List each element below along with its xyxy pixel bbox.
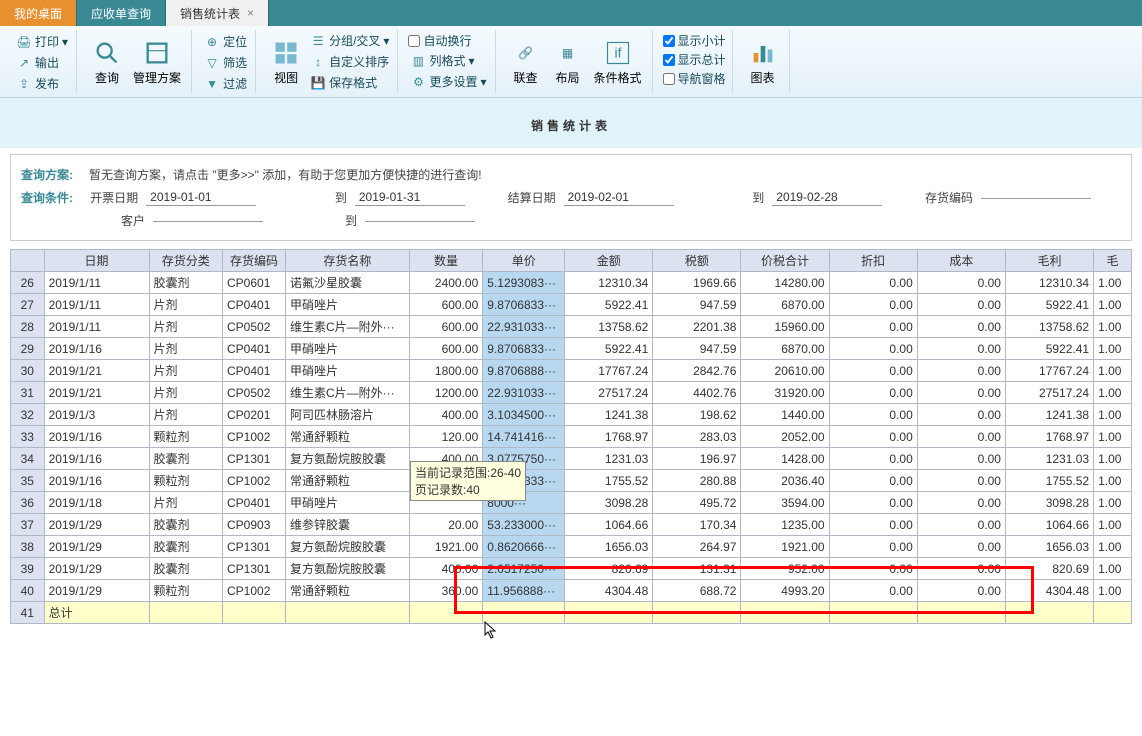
col-gross[interactable]: 毛利 bbox=[1005, 250, 1093, 272]
ribbon-toolbar: 🖨打印 ▾ ↗输出 ⇪发布 查询 管理方案 ⊕定位 ▽筛选 ▼过滤 视图 ☰分组… bbox=[0, 26, 1142, 98]
to-label-2: 到 bbox=[712, 189, 765, 206]
show-total-check[interactable]: 显示总计 bbox=[663, 51, 726, 68]
table-row[interactable]: 372019/1/29胶囊剂CP0903维参锌胶囊20.0053.233000·… bbox=[11, 514, 1132, 536]
col-price[interactable]: 单价 bbox=[483, 250, 565, 272]
export-button[interactable]: ↗输出 bbox=[14, 53, 70, 72]
to-label-1: 到 bbox=[294, 189, 347, 206]
view-icon bbox=[270, 37, 302, 69]
invoice-date-to[interactable]: 2019-01-31 bbox=[355, 189, 465, 206]
funnel-icon: ▼ bbox=[204, 76, 220, 92]
tab-sales-stats[interactable]: 销售统计表× bbox=[166, 0, 269, 26]
table-row[interactable]: 282019/1/11片剂CP0502维生素C片—附外···600.0022.9… bbox=[11, 316, 1132, 338]
col-name[interactable]: 存货名称 bbox=[285, 250, 409, 272]
funnel-button[interactable]: ▼过滤 bbox=[202, 74, 249, 93]
layout-icon: ▦ bbox=[552, 37, 584, 69]
locate-icon: ⊕ bbox=[204, 34, 220, 50]
cond-icon: if bbox=[602, 37, 634, 69]
close-icon[interactable]: × bbox=[247, 6, 254, 20]
settle-date-to[interactable]: 2019-02-28 bbox=[772, 189, 882, 206]
nav-pane-check[interactable]: 导航窗格 bbox=[663, 70, 726, 87]
customer-field[interactable] bbox=[153, 219, 263, 222]
col-qty[interactable]: 数量 bbox=[409, 250, 482, 272]
customer-label: 客户 bbox=[89, 212, 145, 229]
query-panel: 查询方案: 暂无查询方案，请点击 "更多>>" 添加，有助于您更加方便快捷的进行… bbox=[10, 154, 1132, 241]
print-button[interactable]: 🖨打印 ▾ bbox=[14, 32, 70, 51]
table-row[interactable]: 362019/1/18片剂CP0401甲硝唑片8000···3098.28495… bbox=[11, 492, 1132, 514]
invoice-date-from[interactable]: 2019-01-01 bbox=[146, 189, 256, 206]
save-icon: 💾 bbox=[310, 75, 326, 91]
table-row[interactable]: 312019/1/21片剂CP0502维生素C片—附外···1200.0022.… bbox=[11, 382, 1132, 404]
table-row[interactable]: 302019/1/21片剂CP0401甲硝唑片1800.009.8706888·… bbox=[11, 360, 1132, 382]
col-tax[interactable]: 税额 bbox=[653, 250, 741, 272]
save-format-button[interactable]: 💾保存格式 bbox=[308, 73, 391, 92]
group-icon: ☰ bbox=[310, 33, 326, 49]
search-icon bbox=[91, 37, 123, 69]
settle-date-label: 结算日期 bbox=[503, 189, 556, 206]
table-row[interactable]: 332019/1/16颗粒剂CP1002常通舒颗粒120.0014.741416… bbox=[11, 426, 1132, 448]
table-row[interactable]: 322019/1/3片剂CP0201阿司匹林肠溶片400.003.1034500… bbox=[11, 404, 1132, 426]
scheme-icon bbox=[141, 37, 173, 69]
col-code[interactable]: 存货编码 bbox=[223, 250, 286, 272]
more-settings-button[interactable]: ⚙更多设置 ▾ bbox=[408, 72, 488, 91]
auto-wrap-check[interactable]: 自动换行 bbox=[408, 32, 488, 49]
record-tooltip: 当前记录范围:26-40页记录数:40 bbox=[410, 461, 526, 501]
page-title: 销售统计表 bbox=[0, 98, 1142, 148]
col-margin[interactable]: 毛 bbox=[1094, 250, 1132, 272]
query-scheme-label: 查询方案: bbox=[21, 166, 81, 183]
tab-receivable[interactable]: 应收单查询 bbox=[77, 0, 166, 26]
publish-icon: ⇪ bbox=[16, 76, 32, 92]
tab-desktop[interactable]: 我的桌面 bbox=[0, 0, 77, 26]
settle-date-from[interactable]: 2019-02-01 bbox=[564, 189, 674, 206]
col-amount[interactable]: 金额 bbox=[565, 250, 653, 272]
chart-button[interactable]: 图表 bbox=[743, 35, 783, 88]
col-sum[interactable]: 价税合计 bbox=[741, 250, 829, 272]
cond-format-button[interactable]: if条件格式 bbox=[590, 35, 646, 88]
view-button[interactable]: 视图 bbox=[266, 35, 306, 88]
stock-code-label: 存货编码 bbox=[920, 189, 973, 206]
to-label-3: 到 bbox=[301, 212, 357, 229]
col-category[interactable]: 存货分类 bbox=[149, 250, 222, 272]
data-grid: 日期 存货分类 存货编码 存货名称 数量 单价 金额 税额 价税合计 折扣 成本… bbox=[10, 249, 1132, 624]
query-scheme-text: 暂无查询方案，请点击 "更多>>" 添加，有助于您更加方便快捷的进行查询! bbox=[89, 166, 482, 183]
row-number-header bbox=[11, 250, 45, 272]
sort-icon: ↕ bbox=[310, 54, 326, 70]
filter-icon: ▽ bbox=[204, 55, 220, 71]
col-discount[interactable]: 折扣 bbox=[829, 250, 917, 272]
link-icon: 🔗 bbox=[510, 37, 542, 69]
group-button[interactable]: ☰分组/交叉 ▾ bbox=[308, 31, 391, 50]
col-date[interactable]: 日期 bbox=[44, 250, 149, 272]
link-query-button[interactable]: 🔗联查 bbox=[506, 35, 546, 88]
printer-icon: 🖨 bbox=[16, 34, 32, 50]
col-cost[interactable]: 成本 bbox=[917, 250, 1005, 272]
locate-button[interactable]: ⊕定位 bbox=[202, 32, 249, 51]
column-format-button[interactable]: ▥列格式 ▾ bbox=[408, 51, 488, 70]
invoice-date-label: 开票日期 bbox=[85, 189, 138, 206]
column-icon: ▥ bbox=[410, 53, 426, 69]
filter-button[interactable]: ▽筛选 bbox=[202, 53, 249, 72]
svg-text:if: if bbox=[614, 45, 621, 61]
table-row[interactable]: 352019/1/16颗粒剂CP1002常通舒颗粒120.0014.629333… bbox=[11, 470, 1132, 492]
gear-icon: ⚙ bbox=[410, 74, 426, 90]
query-cond-label: 查询条件: bbox=[21, 189, 77, 206]
export-icon: ↗ bbox=[16, 55, 32, 71]
layout-button[interactable]: ▦布局 bbox=[548, 35, 588, 88]
table-row[interactable]: 342019/1/16胶囊剂CP1301复方氨酚烷胺胶囊400.003.0775… bbox=[11, 448, 1132, 470]
stock-code-field[interactable] bbox=[981, 196, 1091, 199]
manage-scheme-button[interactable]: 管理方案 bbox=[129, 35, 185, 88]
customer-to-field[interactable] bbox=[365, 219, 475, 222]
table-row[interactable]: 382019/1/29胶囊剂CP1301复方氨酚烷胺胶囊1921.000.862… bbox=[11, 536, 1132, 558]
show-subtotal-check[interactable]: 显示小计 bbox=[663, 32, 726, 49]
chart-icon bbox=[747, 37, 779, 69]
table-row[interactable]: 262019/1/11胶囊剂CP0601诺氟沙星胶囊2400.005.12930… bbox=[11, 272, 1132, 294]
query-button[interactable]: 查询 bbox=[87, 35, 127, 88]
table-row[interactable]: 292019/1/16片剂CP0401甲硝唑片600.009.8706833··… bbox=[11, 338, 1132, 360]
mouse-cursor bbox=[484, 621, 498, 639]
publish-button[interactable]: ⇪发布 bbox=[14, 74, 70, 93]
annotation-box bbox=[454, 566, 1034, 614]
custom-sort-button[interactable]: ↕自定义排序 bbox=[308, 52, 391, 71]
grid-header-row: 日期 存货分类 存货编码 存货名称 数量 单价 金额 税额 价税合计 折扣 成本… bbox=[11, 250, 1132, 272]
tab-bar: 我的桌面 应收单查询 销售统计表× bbox=[0, 0, 1142, 26]
table-row[interactable]: 272019/1/11片剂CP0401甲硝唑片600.009.8706833··… bbox=[11, 294, 1132, 316]
